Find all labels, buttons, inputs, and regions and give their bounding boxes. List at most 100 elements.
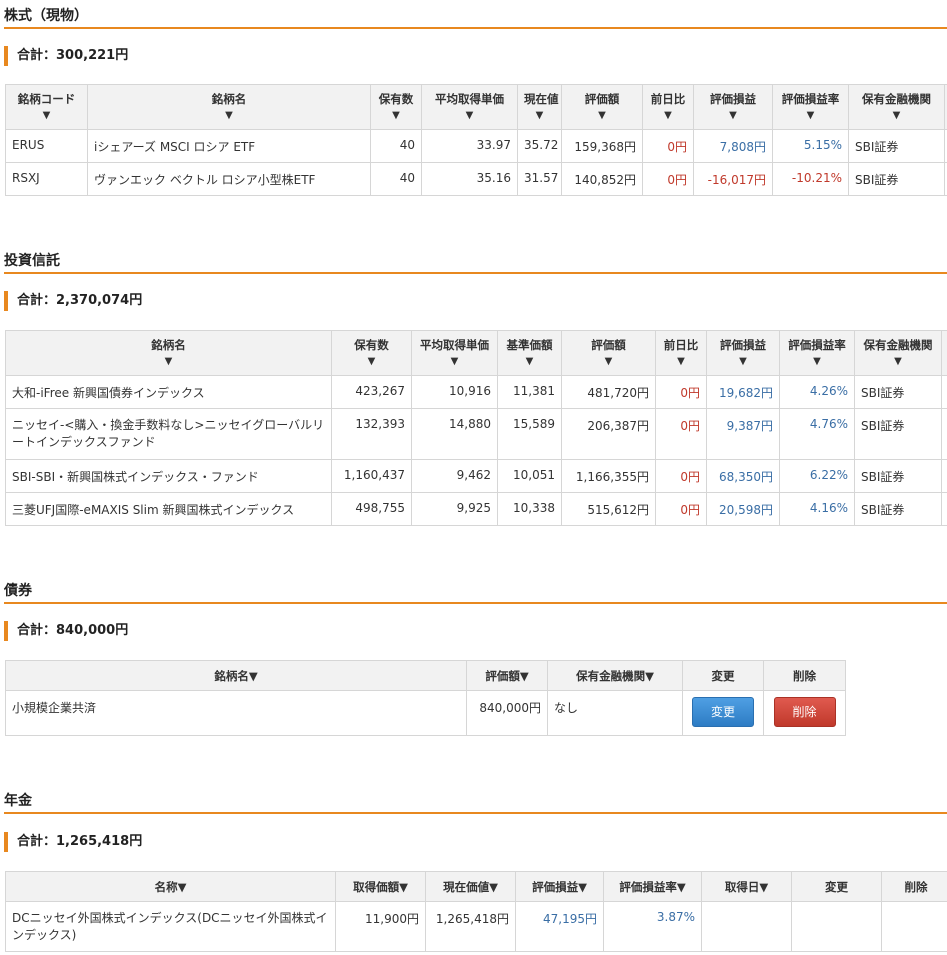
fund-avg-price: 9,925 <box>411 492 498 526</box>
fund-gain: 9,387円 <box>706 408 780 460</box>
sort-header-institution[interactable]: 保有金融機関▼ <box>848 84 945 130</box>
stocks-header-row: 銘柄コード ▼ 銘柄名 ▼ 保有数 ▼ 平均取得単価 ▼ 現在値 ▼ 評価額 ▼ 前日比 ▼ … <box>5 84 947 130</box>
edit-button[interactable]: 変更 <box>692 697 754 727</box>
sort-header-acquisition-date[interactable]: 取得日▼ <box>701 871 792 902</box>
sort-header-avg-price[interactable]: 平均取得単価 ▼ <box>421 84 518 130</box>
sort-header-quantity[interactable]: 保有数 ▼ <box>370 84 422 130</box>
sort-arrow-icon: ▼ <box>806 110 815 121</box>
fund-nav: 11,381 <box>497 375 562 409</box>
fund-nav: 10,051 <box>497 459 562 493</box>
stock-day-change: 0円 <box>642 129 694 163</box>
sort-header-valuation[interactable]: 評価額▼ <box>561 84 643 130</box>
fund-valuation: 481,720円 <box>561 375 656 409</box>
sort-header-acquisition-value[interactable]: 取得価額▼ <box>335 871 426 902</box>
bond-edit-cell: 変更 <box>682 690 764 736</box>
fund-gain: 20,598円 <box>706 492 780 526</box>
funds-header-row: 銘柄名 ▼ 保有数 ▼ 平均取得単価 ▼ 基準価額 ▼ 評価額 ▼ 前日比 ▼ 評価損益 ▼ … <box>5 330 947 376</box>
sort-header-gain-rate[interactable]: 評価損益率▼ <box>603 871 702 902</box>
stock-current-price: 35.72 <box>517 129 562 163</box>
table-row: DCニッセイ外国株式インデックス(DCニッセイ外国株式インデックス) 11,90… <box>5 901 947 952</box>
sort-arrow-icon: ▼ <box>525 356 534 367</box>
sort-header-gain[interactable]: 評価損益▼ <box>693 84 773 130</box>
bonds-table: 銘柄名▼ 評価額▼ 保有金融機関▼ 変更 削除 小規模企業共済 840,000円… <box>5 660 846 736</box>
sort-arrow-icon: ▼ <box>535 110 544 121</box>
sort-header-day-change[interactable]: 前日比 ▼ <box>655 330 707 376</box>
funds-section-divider <box>4 272 947 274</box>
funds-total: 合計：2,370,074円 <box>4 291 142 311</box>
pension-gain-rate: 3.87% <box>603 901 702 952</box>
sort-arrow-icon: ▼ <box>392 110 400 121</box>
delete-button[interactable]: 削除 <box>773 697 836 727</box>
stocks-section-divider <box>4 27 947 29</box>
stock-institution: SBI証券 <box>848 129 945 163</box>
table-row: ニッセイ-<購入・換金手数料なし>ニッセイグローバルリートインデックスファンド … <box>5 408 947 460</box>
sort-header-institution[interactable]: 保有金融機関▼ <box>547 660 683 691</box>
table-row: 三菱UFJ国際-eMAXIS Slim 新興国株式インデックス 498,755 … <box>5 492 947 526</box>
fund-institution: SBI証券 <box>854 492 942 526</box>
stocks-table: 銘柄コード ▼ 銘柄名 ▼ 保有数 ▼ 平均取得単価 ▼ 現在値 ▼ 評価額 ▼ 前日比 ▼ … <box>5 84 947 196</box>
sort-header-current-value[interactable]: 現在価値▼ <box>425 871 516 902</box>
fund-day-change: 0円 <box>655 492 707 526</box>
bonds-section-title: 債券 <box>4 583 32 599</box>
stock-quantity: 40 <box>370 162 422 196</box>
fund-day-change: 0円 <box>655 459 707 493</box>
fund-quantity: 1,160,437 <box>331 459 412 493</box>
sort-header-name[interactable]: 銘柄名▼ <box>87 84 371 130</box>
table-row: ERUS iシェアーズ MSCI ロシア ETF 40 33.97 35.72 … <box>5 129 947 163</box>
sort-arrow-icon: ▼ <box>729 110 737 121</box>
fund-name: ニッセイ-<購入・換金手数料なし>ニッセイグローバルリートインデックスファンド <box>5 408 332 460</box>
stock-avg-price: 33.97 <box>421 129 518 163</box>
pension-current-value: 1,265,418円 <box>425 901 516 952</box>
row-spacer <box>941 408 947 460</box>
sort-arrow-icon: ▼ <box>664 110 672 121</box>
header-delete: 削除 <box>881 871 947 902</box>
fund-day-change: 0円 <box>655 408 707 460</box>
sort-arrow-icon: ▼ <box>598 110 606 121</box>
pension-name: DCニッセイ外国株式インデックス(DCニッセイ外国株式インデックス) <box>5 901 336 952</box>
header-edit: 変更 <box>682 660 764 691</box>
sort-header-quantity[interactable]: 保有数 ▼ <box>331 330 412 376</box>
fund-valuation: 515,612円 <box>561 492 656 526</box>
stock-avg-price: 35.16 <box>421 162 518 196</box>
sort-arrow-icon: ▼ <box>450 356 459 367</box>
stock-current-price: 31.57 <box>517 162 562 196</box>
sort-header-institution[interactable]: 保有金融機関▼ <box>854 330 942 376</box>
stock-gain-rate: -10.21% <box>772 162 849 196</box>
sort-header-nav[interactable]: 基準価額 ▼ <box>497 330 562 376</box>
header-delete: 削除 <box>763 660 846 691</box>
stock-name: ヴァンエック ベクトル ロシア小型株ETF <box>87 162 371 196</box>
sort-header-name[interactable]: 名称▼ <box>5 871 336 902</box>
sort-header-valuation[interactable]: 評価額▼ <box>561 330 656 376</box>
sort-header-day-change[interactable]: 前日比 ▼ <box>642 84 694 130</box>
pension-gain: 47,195円 <box>515 901 604 952</box>
sort-arrow-icon: ▼ <box>465 110 474 121</box>
sort-header-gain-rate[interactable]: 評価損益率▼ <box>779 330 855 376</box>
fund-institution: SBI証券 <box>854 459 942 493</box>
fund-nav: 15,589 <box>497 408 562 460</box>
funds-table: 銘柄名 ▼ 保有数 ▼ 平均取得単価 ▼ 基準価額 ▼ 評価額 ▼ 前日比 ▼ 評価損益 ▼ … <box>5 330 947 526</box>
sort-header-code[interactable]: 銘柄コード ▼ <box>5 84 88 130</box>
sort-header-name[interactable]: 銘柄名▼ <box>5 330 332 376</box>
sort-header-valuation[interactable]: 評価額▼ <box>466 660 548 691</box>
sort-header-gain[interactable]: 評価損益▼ <box>515 871 604 902</box>
stock-day-change: 0円 <box>642 162 694 196</box>
fund-nav: 10,338 <box>497 492 562 526</box>
bond-name: 小規模企業共済 <box>5 690 467 736</box>
pension-acquisition-value: 11,900円 <box>335 901 426 952</box>
sort-header-gain[interactable]: 評価損益▼ <box>706 330 780 376</box>
fund-valuation: 206,387円 <box>561 408 656 460</box>
fund-name: 大和-iFree 新興国債券インデックス <box>5 375 332 409</box>
sort-header-name[interactable]: 銘柄名▼ <box>5 660 467 691</box>
sort-arrow-icon: ▼ <box>225 110 233 121</box>
bond-institution: なし <box>547 690 683 736</box>
stock-valuation: 159,368円 <box>561 129 643 163</box>
sort-header-current-price[interactable]: 現在値 ▼ <box>517 84 562 130</box>
stock-code: RSXJ <box>5 162 88 196</box>
fund-quantity: 423,267 <box>331 375 412 409</box>
fund-gain: 19,682円 <box>706 375 780 409</box>
sort-header-gain-rate[interactable]: 評価損益率▼ <box>772 84 849 130</box>
fund-valuation: 1,166,355円 <box>561 459 656 493</box>
sort-arrow-icon: ▼ <box>894 356 902 367</box>
sort-header-avg-price[interactable]: 平均取得単価 ▼ <box>411 330 498 376</box>
header-edit: 変更 <box>791 871 882 902</box>
